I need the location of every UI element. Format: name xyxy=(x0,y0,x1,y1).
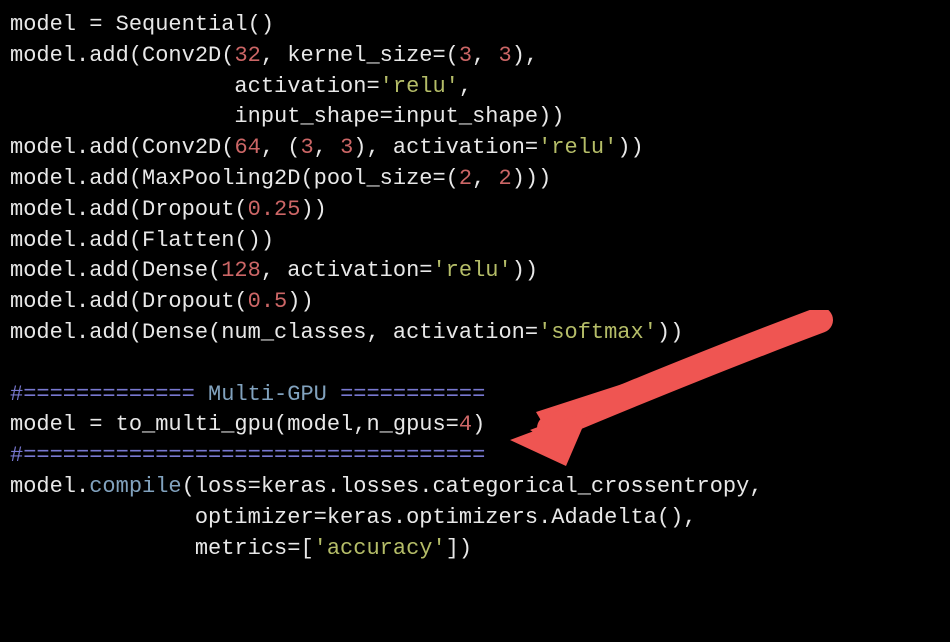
code-token: Multi-GPU xyxy=(195,382,340,407)
code-line: model.add(Dropout(0.25)) xyxy=(10,195,940,226)
code-token: , activation= xyxy=(261,258,433,283)
code-token: optimizer=keras.optimizers.Adadelta(), xyxy=(10,505,697,530)
code-token: =========== xyxy=(340,382,485,407)
code-token: )) xyxy=(300,197,326,222)
code-token: 3 xyxy=(300,135,313,160)
code-token: )) xyxy=(512,258,538,283)
code-token: 0.25 xyxy=(248,197,301,222)
code-token: #============= xyxy=(10,382,195,407)
code-token: 'relu' xyxy=(538,135,617,160)
code-token: model.add(Flatten()) xyxy=(10,228,274,253)
code-line: model.add(Conv2D(64, (3, 3), activation=… xyxy=(10,133,940,164)
code-token: ]) xyxy=(446,536,472,561)
code-token: 2 xyxy=(498,166,511,191)
code-token: metrics=[ xyxy=(10,536,314,561)
code-token: 64 xyxy=(234,135,260,160)
code-token: , xyxy=(472,166,498,191)
code-token: model.add(Dropout( xyxy=(10,197,248,222)
code-token: )) xyxy=(657,320,683,345)
code-line: model.add(Dense(num_classes, activation=… xyxy=(10,318,940,349)
code-token: , xyxy=(314,135,340,160)
code-token: )) xyxy=(617,135,643,160)
code-token: model.add(Conv2D( xyxy=(10,43,234,68)
code-token: 3 xyxy=(340,135,353,160)
code-token: input_shape=input_shape)) xyxy=(10,104,565,129)
code-token: 2 xyxy=(459,166,472,191)
code-token: model.add(Conv2D( xyxy=(10,135,234,160)
code-line: model = Sequential() xyxy=(10,10,940,41)
code-line: activation='relu', xyxy=(10,72,940,103)
code-token: , xyxy=(472,43,498,68)
code-token: 0.5 xyxy=(248,289,288,314)
code-line: model.compile(loss=keras.losses.categori… xyxy=(10,472,940,503)
code-token: 'softmax' xyxy=(538,320,657,345)
code-token: model.add(Dense( xyxy=(10,258,221,283)
code-token: 'relu' xyxy=(432,258,511,283)
code-line: metrics=['accuracy']) xyxy=(10,534,940,565)
code-token: ), activation= xyxy=(353,135,538,160)
code-token: , kernel_size=( xyxy=(261,43,459,68)
code-token: 128 xyxy=(221,258,261,283)
code-token: model.add(MaxPooling2D(pool_size=( xyxy=(10,166,459,191)
code-token: activation= xyxy=(10,74,380,99)
code-token: , ( xyxy=(261,135,301,160)
code-line xyxy=(10,349,940,380)
code-line: #============= Multi-GPU =========== xyxy=(10,380,940,411)
code-line: model = to_multi_gpu(model,n_gpus=4) xyxy=(10,410,940,441)
code-token: )) xyxy=(287,289,313,314)
code-token: 3 xyxy=(499,43,512,68)
code-token: 'relu' xyxy=(380,74,459,99)
code-token: ) xyxy=(472,412,485,437)
code-token: model.add(Dropout( xyxy=(10,289,248,314)
code-line: model.add(Dropout(0.5)) xyxy=(10,287,940,318)
code-line: #=================================== xyxy=(10,441,940,472)
code-token: 32 xyxy=(234,43,260,68)
code-block: model = Sequential()model.add(Conv2D(32,… xyxy=(10,10,940,564)
code-token: ))) xyxy=(512,166,552,191)
code-line: model.add(Dense(128, activation='relu')) xyxy=(10,256,940,287)
code-token: 4 xyxy=(459,412,472,437)
code-token: model. xyxy=(10,474,89,499)
code-line: model.add(Flatten()) xyxy=(10,226,940,257)
code-token: model = to_multi_gpu(model,n_gpus= xyxy=(10,412,459,437)
code-token: model.add(Dense(num_classes, activation= xyxy=(10,320,538,345)
code-token: model = Sequential() xyxy=(10,12,274,37)
code-token: , xyxy=(459,74,472,99)
code-line: input_shape=input_shape)) xyxy=(10,102,940,133)
code-token: (loss=keras.losses.categorical_crossentr… xyxy=(182,474,763,499)
code-token: ), xyxy=(512,43,538,68)
code-token: compile xyxy=(89,474,181,499)
code-line: optimizer=keras.optimizers.Adadelta(), xyxy=(10,503,940,534)
code-token: 'accuracy' xyxy=(314,536,446,561)
code-token: 3 xyxy=(459,43,472,68)
code-token: #=================================== xyxy=(10,443,485,468)
code-line: model.add(MaxPooling2D(pool_size=(2, 2))… xyxy=(10,164,940,195)
code-line: model.add(Conv2D(32, kernel_size=(3, 3), xyxy=(10,41,940,72)
